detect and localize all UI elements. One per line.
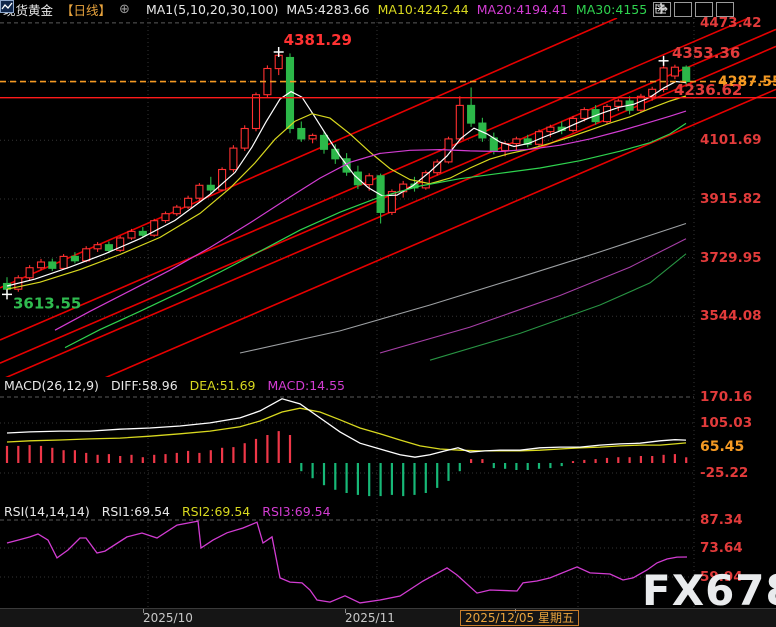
price-axis-label: 3544.08: [700, 308, 762, 324]
candle-body[interactable]: [185, 198, 192, 207]
macd-header: MACD(26,12,9) DIFF:58.96 DEA:51.69 MACD:…: [0, 378, 357, 393]
current-date-label[interactable]: 2025/12/05 星期五: [460, 610, 579, 626]
long-ma-3-line: [430, 254, 686, 360]
extreme-price-label: 4381.29: [284, 31, 352, 49]
candle-body[interactable]: [173, 207, 180, 214]
candle-body[interactable]: [683, 67, 690, 81]
candle-body[interactable]: [298, 129, 305, 139]
candle-body[interactable]: [230, 148, 237, 170]
rsi-header: RSI(14,14,14) RSI1:69.54 RSI2:69.54 RSI3…: [0, 504, 343, 519]
macd-diff-value: DIFF:58.96: [111, 378, 178, 393]
extreme-price-label: 3613.55: [13, 294, 81, 312]
pan-right-icon[interactable]: [716, 2, 734, 17]
x-axis-label: 2025/10: [143, 611, 193, 625]
candle-body[interactable]: [26, 268, 33, 278]
trend-line[interactable]: [0, 46, 776, 380]
candle-body[interactable]: [366, 176, 373, 185]
candle-body[interactable]: [60, 256, 67, 268]
price-axis-label: 3729.95: [700, 250, 762, 266]
candle-body[interactable]: [547, 127, 554, 131]
axis-zoom-out-icon[interactable]: [695, 2, 713, 17]
candle-body[interactable]: [128, 231, 135, 238]
candle-body[interactable]: [105, 245, 112, 251]
macd-axis-label: 170.16: [700, 389, 752, 405]
candle-body[interactable]: [275, 55, 282, 68]
candle-body[interactable]: [71, 256, 78, 260]
candle-body[interactable]: [456, 105, 463, 138]
rsi-line: [7, 521, 687, 603]
candle-body[interactable]: [162, 214, 169, 221]
chart-app: 3613.554381.294473.424101.693915.823729.…: [0, 0, 776, 627]
macd-axis-label: -25.22: [700, 465, 748, 481]
candle-body[interactable]: [241, 129, 248, 149]
macd-axis-label: 105.03: [700, 415, 752, 431]
rsi-title[interactable]: RSI(14,14,14): [4, 504, 90, 519]
macd-hist-value: MACD:14.55: [268, 378, 345, 393]
ma10-line: [7, 96, 686, 289]
rsi-axis-label: 73.64: [700, 540, 743, 556]
candle-body[interactable]: [309, 135, 316, 139]
candle-body[interactable]: [332, 149, 339, 159]
ma-settings-label[interactable]: MA1(5,10,20,30,100): [146, 2, 278, 17]
candle-body[interactable]: [615, 101, 622, 106]
macd-current-label: 65.45: [700, 439, 744, 455]
ma100-line: [240, 224, 686, 354]
candle-body[interactable]: [83, 249, 90, 261]
macd-diff-line: [7, 399, 686, 457]
axis-zoom-in-icon[interactable]: [674, 2, 692, 17]
rsi2-value: RSI2:69.54: [182, 504, 250, 519]
candle-body[interactable]: [219, 170, 226, 191]
macd-title[interactable]: MACD(26,12,9): [4, 378, 99, 393]
chart-toolbar: [653, 2, 734, 17]
candle-body[interactable]: [253, 95, 260, 129]
candle-body[interactable]: [321, 135, 328, 149]
rsi-axis-label: 87.34: [700, 512, 743, 528]
candle-body[interactable]: [49, 262, 56, 268]
candle-body[interactable]: [581, 110, 588, 119]
candle-body[interactable]: [513, 139, 520, 144]
long-ma-2-line: [380, 239, 686, 353]
price-axis-label: 4101.69: [700, 132, 762, 148]
rsi1-value: RSI1:69.54: [102, 504, 170, 519]
candle-body[interactable]: [604, 106, 611, 121]
candle-body[interactable]: [196, 185, 203, 198]
chart-canvas[interactable]: 3613.554381.294473.424101.693915.823729.…: [0, 0, 776, 627]
x-axis-label: 2025/11: [345, 611, 395, 625]
candle-body[interactable]: [94, 245, 101, 249]
period-label[interactable]: 【日线】: [61, 0, 111, 19]
price-pane: [0, 6, 776, 423]
candle-body[interactable]: [38, 262, 45, 268]
ma20-value: MA20:4194.41: [477, 2, 568, 17]
ma30-value: MA30:4155: [576, 2, 647, 17]
candle-body[interactable]: [139, 231, 146, 235]
ma10-value: MA10:4242.44: [378, 2, 469, 17]
macd-dea-value: DEA:51.69: [190, 378, 256, 393]
watermark: FX678: [642, 566, 776, 615]
rsi3-value: RSI3:69.54: [262, 504, 330, 519]
trend-line[interactable]: [0, 6, 776, 340]
candle-body[interactable]: [671, 67, 678, 76]
line-price-label: 4353.36: [672, 44, 740, 62]
expand-icon[interactable]: ⊕: [119, 2, 130, 17]
candle-body[interactable]: [468, 105, 475, 123]
candle-body[interactable]: [207, 185, 214, 190]
price-axis-label: 3915.82: [700, 191, 762, 207]
line-price-label: 4236.62: [674, 81, 742, 99]
ma5-value: MA5:4283.66: [286, 2, 369, 17]
